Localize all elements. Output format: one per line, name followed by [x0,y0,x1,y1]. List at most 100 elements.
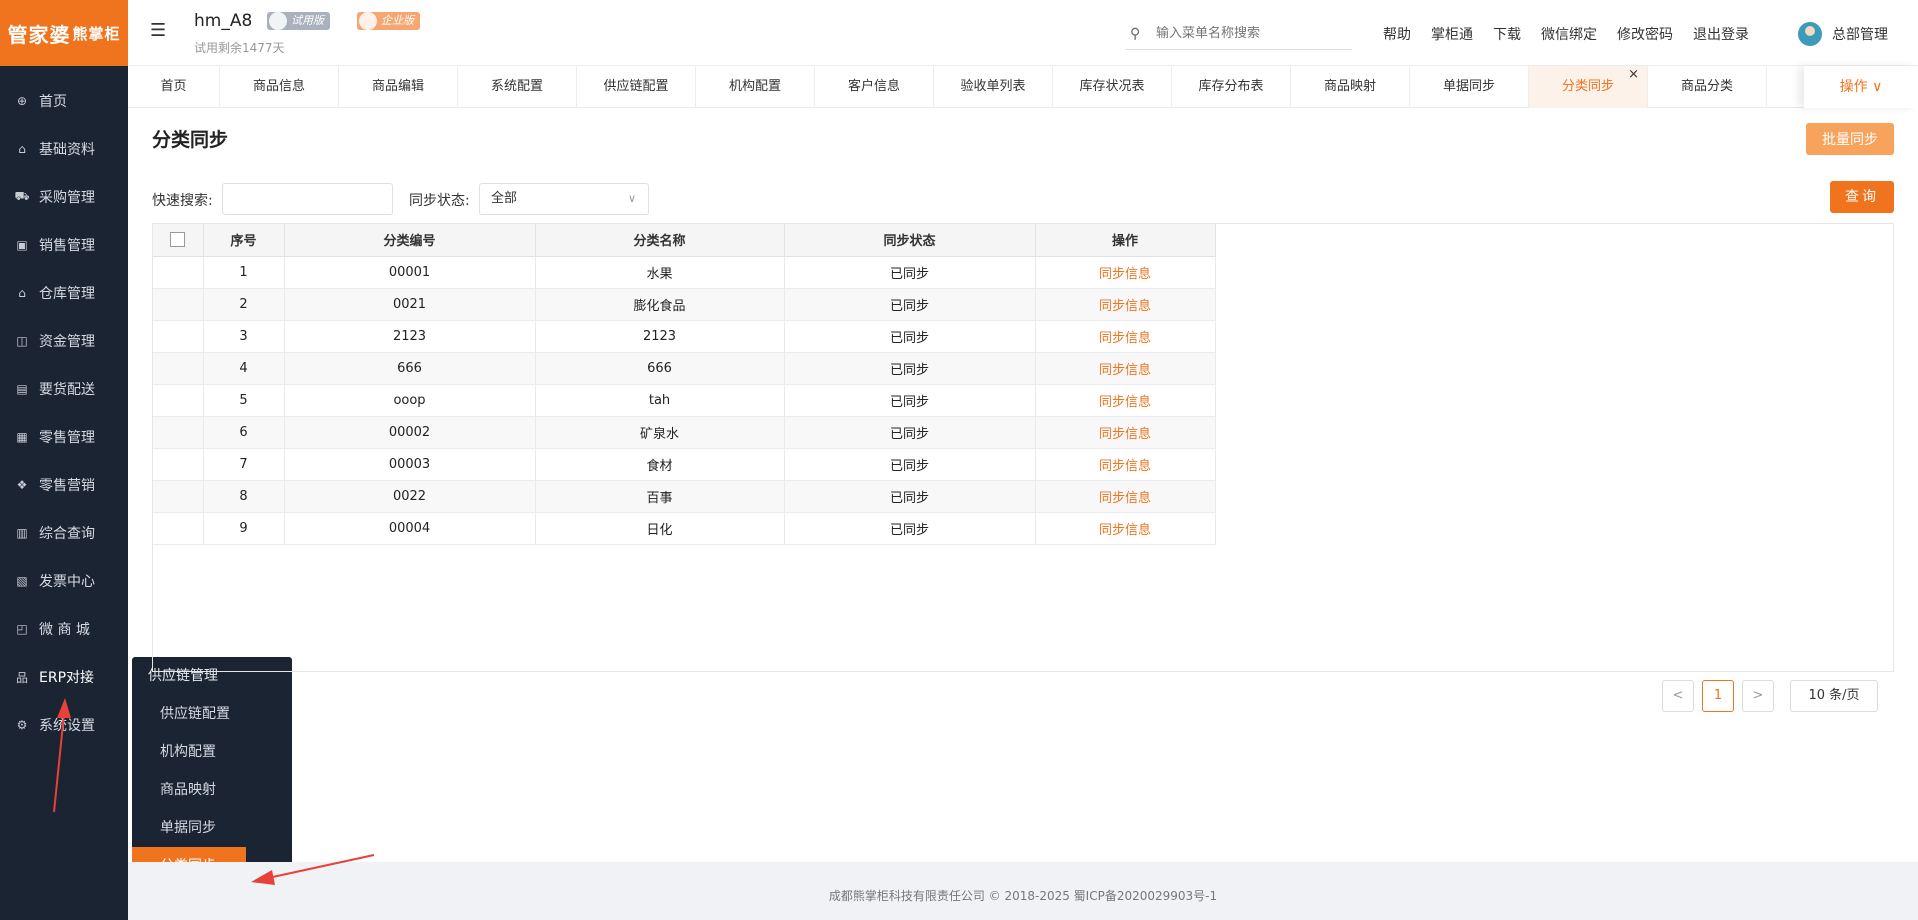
sidebar-item-10[interactable]: ▥ 综合查询 [0,509,128,557]
cell-idx: 6 [203,416,285,449]
cell-idx: 2 [203,288,285,321]
sidebar-item-6[interactable]: ◫ 资金管理 [0,317,128,365]
sidebar-item-13[interactable]: 品 ERP对接 [0,653,128,701]
submenu-item[interactable]: 机构配置 [132,733,292,771]
sidebar-item-1[interactable]: ⊕ 首页 [0,77,128,125]
star-icon [359,12,377,30]
user-menu[interactable]: 总部管理 [1798,22,1888,46]
cell-name: tah [535,384,785,417]
sync-info-link[interactable]: 同步信息 [1035,416,1216,449]
sync-info-link[interactable]: 同步信息 [1035,352,1216,385]
sidebar-item-label: 销售管理 [39,238,95,254]
quick-search-input[interactable] [222,183,393,215]
tab-label: 单据同步 [1442,79,1495,94]
chart-icon: ▥ [16,526,28,540]
menu-toggle-icon[interactable]: ☰ [150,22,170,40]
cell-code: 0021 [284,288,536,321]
batch-sync-button[interactable]: 批量同步 [1806,123,1894,155]
header-link[interactable]: 退出登录 [1693,24,1749,44]
sidebar-item-label: 综合查询 [39,526,95,542]
tab-10[interactable]: 库存分布表 [1172,66,1291,108]
delivery-icon: ▤ [16,382,28,396]
status-select[interactable]: 全部 ∨ [479,183,649,215]
sync-info-link[interactable]: 同步信息 [1035,448,1216,481]
next-page-button[interactable]: > [1742,680,1774,712]
close-icon[interactable]: × [1628,54,1639,96]
tab-label: 库存状况表 [1079,79,1145,94]
query-button[interactable]: 查询 [1830,181,1894,213]
logo-sub: 熊掌柜 [72,24,121,43]
sidebar-item-3[interactable]: ⛟ 采购管理 [0,173,128,221]
table-row: 5 ooop tah 已同步 同步信息 [153,384,1216,417]
tab-ops-button[interactable]: 操作 ∨ [1804,66,1918,108]
submenu-item[interactable]: 供应链配置 [132,695,292,733]
tenant-name: hm_A8 [194,11,253,31]
header-link[interactable]: 帮助 [1383,24,1411,44]
cell-status: 已同步 [784,288,1036,321]
money-icon: ◫ [16,334,28,348]
category-table: 序号 分类编号 分类名称 同步状态 操作 1 00001 水果 已同步 同步信息 2 002… [152,223,1894,672]
sidebar-item-9[interactable]: ❖ 零售营销 [0,461,128,509]
sync-info-link[interactable]: 同步信息 [1035,512,1216,545]
tab-11[interactable]: 商品映射 [1291,66,1410,108]
trial-badge: 试用版 [267,12,330,30]
sync-info-link[interactable]: 同步信息 [1035,288,1216,321]
header-link[interactable]: 掌柜通 [1431,24,1473,44]
sync-info-link[interactable]: 同步信息 [1035,320,1216,353]
prev-page-button[interactable]: < [1662,680,1694,712]
tab-label: 商品编辑 [371,79,424,94]
row-checkbox-cell [153,480,204,513]
tab-13[interactable]: 分类同步 × [1529,66,1648,108]
tab-bar: 首页 商品信息 商品编辑 系统配置 供应链配置 机构配置 客户信息 验收单列表 库存状况表 库存分… [128,66,1918,108]
sync-info-link[interactable]: 同步信息 [1035,384,1216,417]
current-page-button[interactable]: 1 [1702,680,1734,712]
row-checkbox-cell [153,416,204,449]
tab-label: 验收单列表 [960,79,1026,94]
tab-8[interactable]: 验收单列表 [934,66,1053,108]
tab-9[interactable]: 库存状况表 [1053,66,1172,108]
tab-7[interactable]: 客户信息 [815,66,934,108]
cell-idx: 3 [203,320,285,353]
tab-3[interactable]: 商品编辑 [339,66,458,108]
submenu-item[interactable]: 商品映射 [132,771,292,809]
header-link[interactable]: 下载 [1493,24,1521,44]
user-name: 总部管理 [1832,27,1888,43]
footer: 成都熊掌柜科技有限责任公司 © 2018-2025 蜀ICP备202002990… [128,862,1918,920]
logo: 管家婆 熊掌柜 [0,0,128,66]
sidebar-item-2[interactable]: ⌂ 基础资料 [0,125,128,173]
cell-idx: 1 [203,256,285,289]
sidebar-item-14[interactable]: ⚙ 系统设置 [0,701,128,749]
gift-icon: ❖ [16,478,28,492]
cell-code: 2123 [284,320,536,353]
page-size-select[interactable]: 10 条/页 [1790,680,1878,712]
select-all-checkbox[interactable] [170,232,186,248]
sidebar-item-label: 系统设置 [39,718,95,734]
sidebar-item-12[interactable]: ◰ 微 商 城 [0,605,128,653]
header-link[interactable]: 修改密码 [1617,24,1673,44]
submenu-item[interactable]: 单据同步 [132,809,292,847]
enterprise-badge: 企业版 [357,12,420,30]
sidebar-item-7[interactable]: ▤ 要货配送 [0,365,128,413]
tab-2[interactable]: 商品信息 [220,66,339,108]
sidebar-item-11[interactable]: ▧ 发票中心 [0,557,128,605]
tab-4[interactable]: 系统配置 [458,66,577,108]
sidebar-item-5[interactable]: ⌂ 仓库管理 [0,269,128,317]
header-status: 同步状态 [784,224,1036,257]
sidebar-item-8[interactable]: ▦ 零售管理 [0,413,128,461]
logo-main: 管家婆 [7,22,71,47]
tab-6[interactable]: 机构配置 [696,66,815,108]
row-checkbox-cell [153,384,204,417]
menu-search-input[interactable] [1156,26,1346,41]
tab-14[interactable]: 商品分类 [1648,66,1767,108]
cell-name: 2123 [535,320,785,353]
tab-5[interactable]: 供应链配置 [577,66,696,108]
cell-idx: 7 [203,448,285,481]
sidebar-item-4[interactable]: ▣ 销售管理 [0,221,128,269]
tab-12[interactable]: 单据同步 [1410,66,1529,108]
tab-1[interactable]: 首页 [128,66,220,108]
sync-info-link[interactable]: 同步信息 [1035,256,1216,289]
row-checkbox-cell [153,512,204,545]
sync-info-link[interactable]: 同步信息 [1035,480,1216,513]
header-operation: 操作 [1035,224,1216,257]
header-link[interactable]: 微信绑定 [1541,24,1597,44]
